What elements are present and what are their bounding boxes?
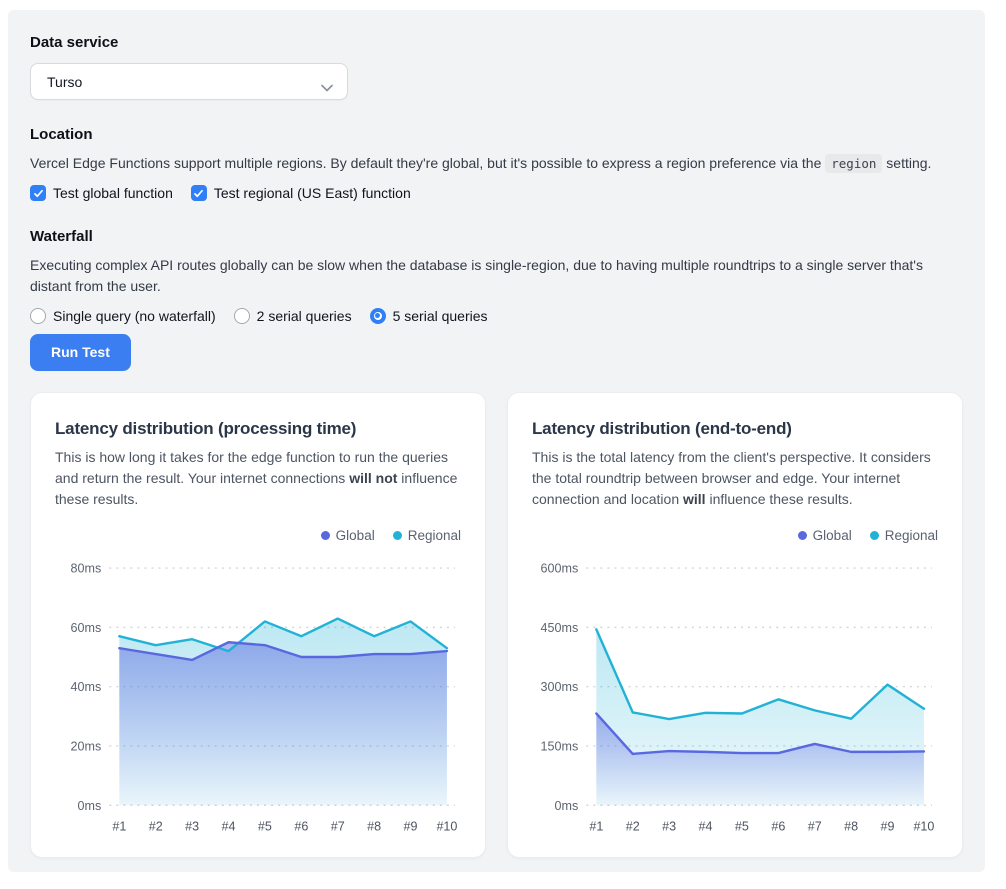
radio-label: 5 serial queries [393, 308, 488, 324]
waterfall-radio-row: Single query (no waterfall) 2 serial que… [30, 308, 963, 324]
svg-text:#7: #7 [331, 819, 345, 833]
svg-text:60ms: 60ms [71, 621, 102, 635]
svg-text:600ms: 600ms [541, 561, 579, 575]
checkbox-label: Test regional (US East) function [214, 185, 411, 201]
svg-text:#9: #9 [404, 819, 418, 833]
svg-text:150ms: 150ms [541, 739, 579, 753]
region-code-chip: region [825, 154, 882, 173]
legend-label: Global [336, 528, 375, 543]
latency-chart-end-to-end: 0ms 150ms 300ms 450ms 600ms #1 #2 #3 #4 #5 #6 #7 #8 #… [532, 552, 938, 839]
svg-text:#1: #1 [589, 819, 603, 833]
charts-row: Latency distribution (processing time) T… [30, 392, 963, 858]
svg-text:#9: #9 [881, 819, 895, 833]
svg-text:#4: #4 [699, 819, 713, 833]
location-description-text: Vercel Edge Functions support multiple r… [30, 155, 825, 171]
radio-5-serial-queries[interactable]: 5 serial queries [370, 308, 488, 324]
legend-label: Global [813, 528, 852, 543]
radio-dot [375, 313, 380, 318]
svg-text:0ms: 0ms [78, 799, 102, 813]
svg-text:0ms: 0ms [555, 799, 579, 813]
data-service-heading: Data service [30, 34, 963, 51]
svg-text:#2: #2 [626, 819, 640, 833]
svg-text:#7: #7 [808, 819, 822, 833]
location-heading: Location [30, 126, 963, 143]
checkbox-label: Test global function [53, 185, 173, 201]
legend-dot-icon [393, 531, 402, 540]
radio-label: Single query (no waterfall) [53, 308, 216, 324]
legend-item-global: Global [321, 528, 375, 543]
chevron-down-icon [321, 79, 333, 95]
waterfall-description: Executing complex API routes globally ca… [30, 255, 963, 296]
legend-dot-icon [798, 531, 807, 540]
chart-description: This is the total latency from the clien… [532, 447, 938, 510]
radio-icon[interactable] [234, 308, 250, 324]
legend-dot-icon [870, 531, 879, 540]
chart-title: Latency distribution (processing time) [55, 419, 461, 439]
svg-text:#3: #3 [185, 819, 199, 833]
run-test-button[interactable]: Run Test [30, 334, 131, 371]
check-icon [33, 188, 44, 199]
radio-single-query[interactable]: Single query (no waterfall) [30, 308, 216, 324]
svg-text:#5: #5 [258, 819, 272, 833]
checkbox-test-global-function[interactable]: Test global function [30, 185, 173, 201]
radio-icon[interactable] [370, 308, 386, 324]
svg-text:#10: #10 [436, 819, 457, 833]
svg-text:#10: #10 [913, 819, 934, 833]
chart-description-bold: will [683, 491, 706, 507]
svg-text:300ms: 300ms [541, 680, 579, 694]
radio-icon[interactable] [30, 308, 46, 324]
legend-item-regional: Regional [393, 528, 461, 543]
svg-text:#8: #8 [367, 819, 381, 833]
legend-label: Regional [885, 528, 938, 543]
settings-panel: Data service Turso Location Vercel Edge … [8, 10, 985, 872]
chart-legend: Global Regional [55, 526, 461, 546]
svg-text:#3: #3 [662, 819, 676, 833]
data-service-selected-value: Turso [47, 74, 82, 90]
svg-text:#5: #5 [735, 819, 749, 833]
checkbox-icon[interactable] [191, 185, 207, 201]
chart-card-end-to-end: Latency distribution (end-to-end) This i… [507, 392, 963, 858]
radio-label: 2 serial queries [257, 308, 352, 324]
svg-text:#1: #1 [112, 819, 126, 833]
legend-dot-icon [321, 531, 330, 540]
legend-item-global: Global [798, 528, 852, 543]
svg-text:#6: #6 [771, 819, 785, 833]
svg-text:80ms: 80ms [71, 561, 102, 575]
location-description-tail: setting. [882, 155, 931, 171]
chart-card-processing-time: Latency distribution (processing time) T… [30, 392, 486, 858]
svg-text:40ms: 40ms [71, 680, 102, 694]
data-service-select[interactable]: Turso [30, 63, 348, 100]
radio-2-serial-queries[interactable]: 2 serial queries [234, 308, 352, 324]
location-checkbox-row: Test global function Test regional (US E… [30, 185, 963, 201]
checkbox-icon[interactable] [30, 185, 46, 201]
check-icon [193, 188, 204, 199]
svg-text:450ms: 450ms [541, 621, 579, 635]
svg-text:#2: #2 [149, 819, 163, 833]
latency-chart-processing: 0ms 20ms 40ms 60ms 80ms #1 #2 #3 #4 #5 #6 #7 #8 #9 #10 [55, 552, 461, 839]
svg-text:#6: #6 [294, 819, 308, 833]
checkbox-test-regional-function[interactable]: Test regional (US East) function [191, 185, 411, 201]
chart-legend: Global Regional [532, 526, 938, 546]
svg-text:20ms: 20ms [71, 739, 102, 753]
svg-text:#4: #4 [222, 819, 236, 833]
svg-text:#8: #8 [844, 819, 858, 833]
legend-item-regional: Regional [870, 528, 938, 543]
location-description: Vercel Edge Functions support multiple r… [30, 153, 963, 173]
chart-description-bold: will not [349, 470, 397, 486]
legend-label: Regional [408, 528, 461, 543]
waterfall-heading: Waterfall [30, 228, 963, 245]
chart-description: This is how long it takes for the edge f… [55, 447, 461, 510]
chart-description-tail: influence these results. [706, 491, 853, 507]
chart-title: Latency distribution (end-to-end) [532, 419, 938, 439]
